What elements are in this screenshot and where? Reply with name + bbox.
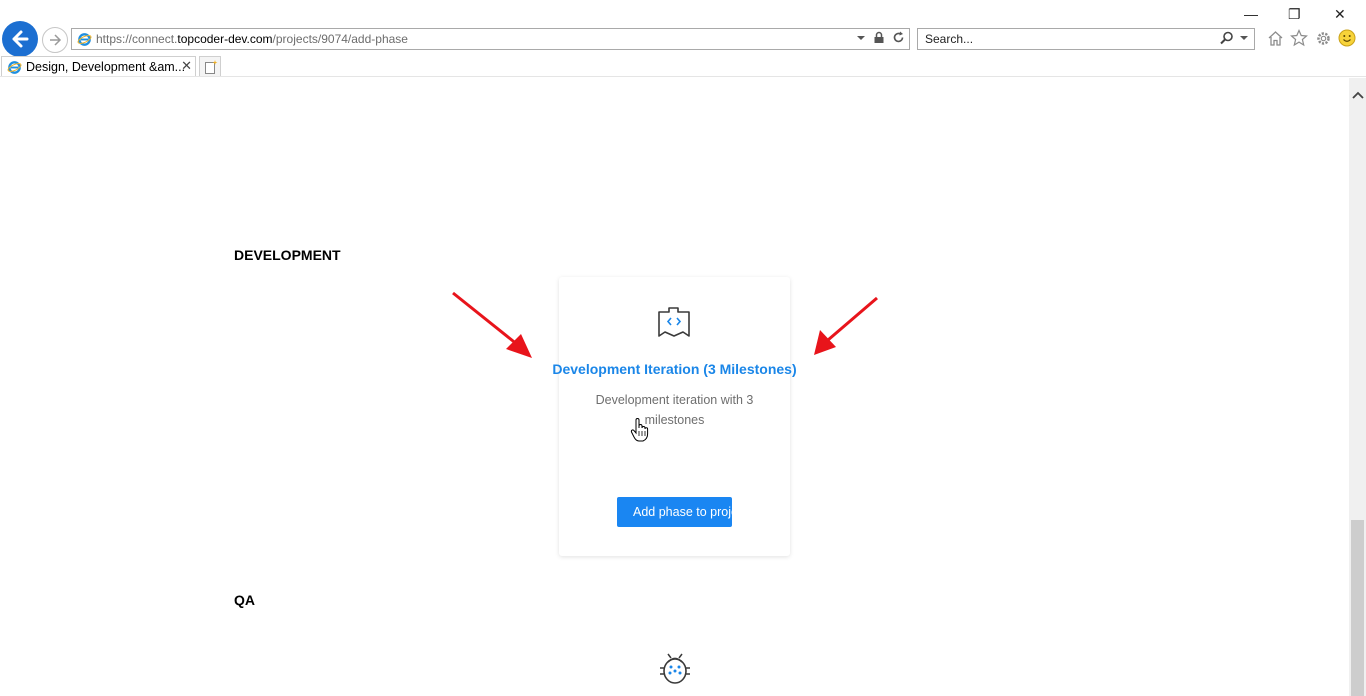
ie-logo-icon bbox=[77, 33, 92, 46]
bug-icon bbox=[660, 653, 690, 684]
back-button[interactable] bbox=[2, 21, 38, 57]
dropdown-arrow-icon[interactable] bbox=[856, 33, 866, 43]
card-title[interactable]: Development Iteration (3 Milestones) bbox=[519, 361, 830, 377]
forward-button[interactable] bbox=[42, 27, 68, 53]
vertical-scrollbar[interactable] bbox=[1349, 78, 1366, 696]
search-dropdown-icon[interactable] bbox=[1239, 33, 1249, 43]
search-placeholder: Search... bbox=[925, 32, 974, 46]
favorites-star-icon[interactable] bbox=[1290, 29, 1308, 47]
annotation-arrow-left bbox=[452, 291, 532, 358]
search-icon[interactable] bbox=[1220, 31, 1234, 45]
tab-ie-icon bbox=[7, 61, 22, 74]
section-title-qa: QA bbox=[234, 592, 255, 608]
settings-gear-icon[interactable] bbox=[1314, 29, 1332, 47]
code-document-icon bbox=[658, 307, 690, 337]
refresh-icon[interactable] bbox=[892, 31, 905, 44]
card-description: Development iteration with 3 milestones bbox=[595, 393, 754, 427]
back-arrow-icon bbox=[12, 30, 29, 48]
section-title-development: DEVELOPMENT bbox=[234, 247, 341, 263]
scroll-up-arrow-icon[interactable] bbox=[1349, 90, 1366, 104]
hand-cursor-icon bbox=[630, 418, 649, 442]
tab-divider bbox=[0, 76, 1366, 77]
add-phase-button[interactable]: Add phase to project bbox=[617, 497, 732, 527]
forward-arrow-icon bbox=[50, 34, 62, 46]
scrollbar-thumb[interactable] bbox=[1351, 520, 1364, 696]
browser-chrome: https://connect.topcoder-dev.com/project… bbox=[0, 0, 1366, 78]
add-phase-button-label: Add phase to project bbox=[633, 505, 732, 519]
phase-card[interactable]: Development Iteration (3 Milestones) Dev… bbox=[552, 277, 797, 556]
tab-close-icon[interactable]: ✕ bbox=[181, 58, 192, 74]
address-bar[interactable]: https://connect.topcoder-dev.com/project… bbox=[71, 28, 910, 50]
feedback-smiley-icon[interactable] bbox=[1338, 29, 1356, 47]
new-tab-icon bbox=[205, 60, 218, 74]
restore-button[interactable]: ❐ bbox=[1288, 6, 1301, 23]
new-tab-button[interactable] bbox=[199, 56, 221, 77]
minimize-button[interactable]: — bbox=[1244, 6, 1258, 22]
annotation-arrow-right bbox=[814, 296, 878, 355]
tab-title: Design, Development &am... bbox=[26, 60, 186, 74]
close-window-button[interactable]: ✕ bbox=[1334, 6, 1346, 23]
search-box[interactable]: Search... bbox=[917, 28, 1255, 50]
browser-tab[interactable]: Design, Development &am... ✕ bbox=[1, 56, 196, 77]
lock-icon[interactable] bbox=[873, 31, 885, 44]
address-url: https://connect.topcoder-dev.com/project… bbox=[96, 32, 408, 46]
home-icon[interactable] bbox=[1266, 29, 1284, 47]
